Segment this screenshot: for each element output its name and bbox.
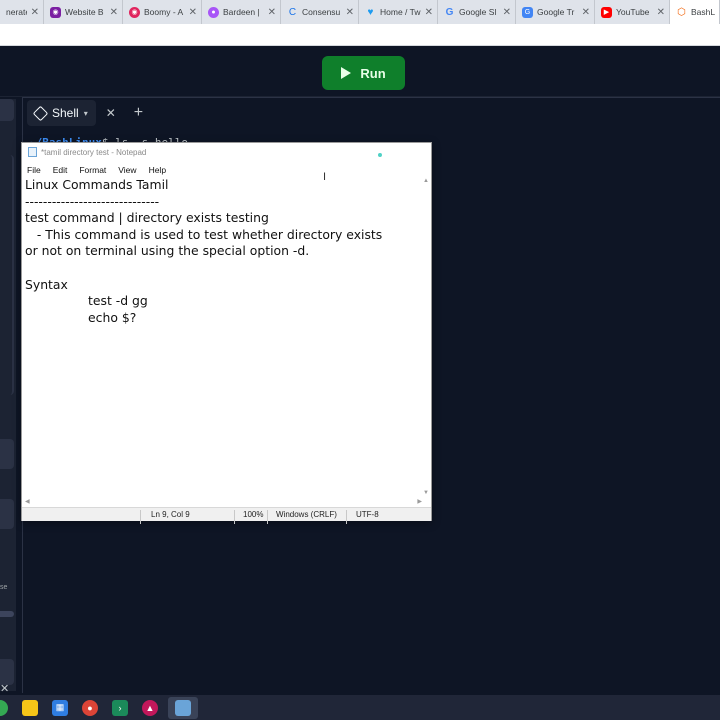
close-icon[interactable]: ✕	[503, 7, 511, 18]
file-explorer-icon[interactable]	[22, 699, 38, 716]
menu-file[interactable]: File	[27, 165, 41, 175]
add-tab-icon[interactable]: +	[134, 104, 143, 122]
tab-label: Google Tr	[537, 7, 575, 17]
close-icon[interactable]: ✕	[268, 7, 276, 18]
windows-taskbar: ▦ ● › ▲	[0, 695, 720, 720]
chrome-partial-icon[interactable]	[0, 699, 8, 716]
browser-tab-6[interactable]: G Google Sl ✕	[438, 0, 516, 24]
zoom-level: 100%	[243, 510, 264, 519]
taskbar-active-item[interactable]	[168, 696, 198, 719]
tab-label: Consensu	[302, 7, 341, 17]
sidebar-item[interactable]	[0, 99, 14, 121]
text-cursor-icon: I	[323, 171, 327, 183]
browser-tab-9[interactable]: ⬡ BashLin	[670, 0, 720, 24]
browser-tab-4[interactable]: C Consensu ✕	[281, 0, 359, 24]
close-icon[interactable]: ✕	[0, 682, 9, 695]
browser-tab-7[interactable]: G Google Tr ✕	[516, 0, 595, 24]
shell-tab-label: Shell	[52, 106, 79, 120]
terminal-icon[interactable]: ›	[112, 699, 128, 716]
play-icon	[341, 67, 352, 79]
browser-tab-0[interactable]: nerate ✕	[0, 0, 44, 24]
notepad-menubar: File Edit Format View Help	[22, 163, 178, 177]
close-icon[interactable]: ✕	[346, 7, 354, 18]
menu-view[interactable]: View	[118, 165, 136, 175]
replit-icon: ⬡	[677, 6, 686, 18]
tab-label: YouTube	[616, 7, 650, 17]
scroll-down-icon[interactable]: ▼	[423, 490, 429, 496]
microsoft-store-icon[interactable]: ▦	[52, 699, 68, 716]
shell-tab-bar: Shell ▾ ✕ +	[23, 98, 720, 128]
tab-label: nerate	[6, 7, 27, 17]
tab-shell[interactable]: Shell ▾	[27, 100, 96, 126]
menu-help[interactable]: Help	[149, 165, 166, 175]
browser-tab-5[interactable]: ♥ Home / Tw ✕	[359, 0, 438, 24]
horizontal-scrollbar[interactable]: ◀ ▶	[22, 497, 422, 507]
browser-tab-2[interactable]: ◉ Boomy - A ✕	[123, 0, 202, 24]
notepad-statusbar: Ln 9, Col 9 100% Windows (CRLF) UTF-8	[22, 507, 431, 524]
google-translate-icon: G	[522, 6, 533, 18]
sidebar-panel	[0, 155, 14, 395]
tab-label: Bardeen |	[223, 7, 260, 17]
notepad-icon	[28, 147, 37, 157]
close-icon[interactable]: ✕	[189, 7, 197, 18]
close-icon[interactable]: ✕	[110, 7, 118, 18]
menu-format[interactable]: Format	[79, 165, 106, 175]
close-icon[interactable]: ✕	[106, 106, 116, 120]
scroll-up-icon[interactable]: ▲	[423, 178, 429, 184]
google-icon: G	[445, 6, 454, 18]
sidebar-item[interactable]	[0, 439, 14, 469]
tab-label: Boomy - A	[144, 7, 184, 17]
status-divider	[267, 510, 268, 524]
youtube-icon: ▶	[601, 6, 612, 18]
notepad-window: *tamil directory test - Notepad File Edi…	[21, 142, 432, 524]
line-ending: Windows (CRLF)	[276, 510, 337, 519]
tab-label: BashLin	[691, 7, 715, 17]
browser-tab-1[interactable]: ◉ Website B ✕	[44, 0, 123, 24]
website-icon: ◉	[50, 6, 61, 18]
tab-label: Home / Tw	[380, 7, 421, 17]
vertical-scrollbar[interactable]: ▲ ▼	[422, 177, 431, 497]
chevron-down-icon[interactable]: ▾	[84, 109, 88, 118]
scroll-right-icon[interactable]: ▶	[417, 498, 422, 505]
scroll-left-icon[interactable]: ◀	[25, 498, 30, 505]
twitter-icon: ♥	[367, 6, 374, 18]
shell-icon	[32, 105, 49, 121]
encoding: UTF-8	[356, 510, 379, 519]
media-icon[interactable]: ▲	[142, 699, 158, 716]
loading-dot-icon	[378, 153, 382, 157]
close-icon[interactable]: ✕	[31, 7, 39, 18]
close-icon[interactable]: ✕	[425, 7, 433, 18]
workspace-header: Run	[0, 47, 720, 97]
status-divider	[140, 510, 141, 524]
menu-edit[interactable]: Edit	[53, 165, 68, 175]
notepad-titlebar[interactable]: *tamil directory test - Notepad	[22, 143, 431, 161]
consensus-icon: C	[288, 6, 297, 18]
notepad-text-area[interactable]: Linux Commands Tamil -------------------…	[25, 177, 421, 497]
status-divider	[346, 510, 347, 524]
cursor-position: Ln 9, Col 9	[151, 510, 190, 519]
notepad-title: *tamil directory test - Notepad	[41, 147, 147, 157]
sidebar-item[interactable]	[0, 499, 14, 529]
run-label: Run	[360, 65, 386, 81]
run-button[interactable]: Run	[322, 56, 405, 90]
left-sidebar: se ✕	[0, 99, 16, 695]
bardeen-icon: ●	[208, 6, 219, 18]
chrome-icon[interactable]: ●	[82, 699, 98, 716]
browser-tab-8[interactable]: ▶ YouTube ✕	[595, 0, 670, 24]
boomy-icon: ◉	[129, 6, 140, 18]
browser-tab-strip: nerate ✕ ◉ Website B ✕ ◉ Boomy - A ✕ ● B…	[0, 0, 720, 24]
sidebar-divider	[0, 611, 14, 617]
tab-label: Google Sl	[459, 7, 497, 17]
address-bar[interactable]	[0, 24, 720, 46]
status-divider	[234, 510, 235, 524]
close-icon[interactable]: ✕	[582, 7, 590, 18]
close-icon[interactable]: ✕	[657, 7, 665, 18]
notepad-icon	[175, 699, 191, 716]
browser-tab-3[interactable]: ● Bardeen | ✕	[202, 0, 281, 24]
sidebar-partial-label: se	[0, 584, 8, 591]
tab-label: Website B	[65, 7, 104, 17]
